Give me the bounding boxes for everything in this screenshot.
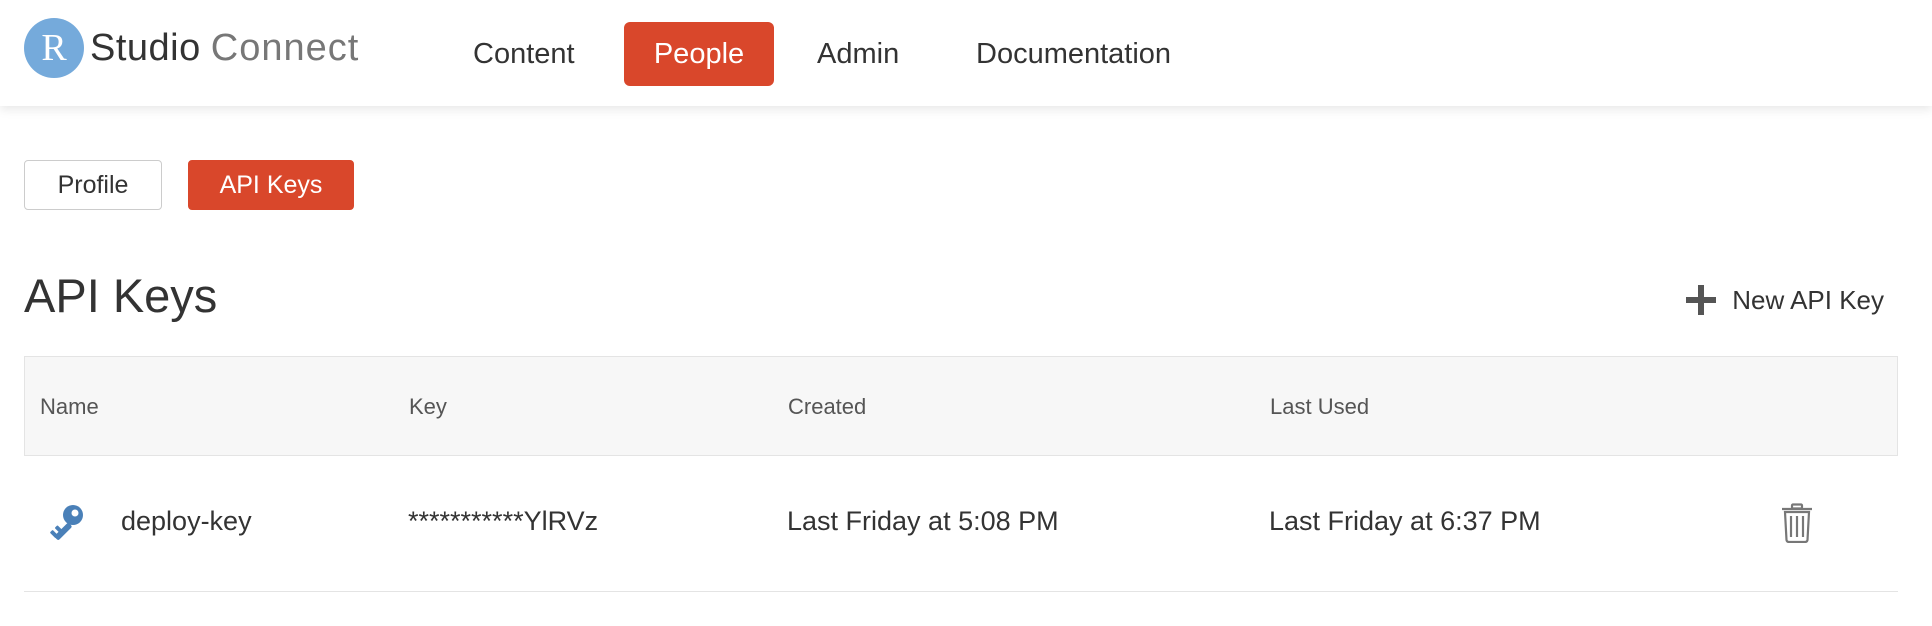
tab-api-keys[interactable]: API Keys [188,160,354,210]
nav-content[interactable]: Content [443,22,605,86]
key-last-used: Last Friday at 6:37 PM [1269,506,1541,536]
nav-documentation[interactable]: Documentation [946,22,1201,86]
column-header-created[interactable]: Created [788,357,866,457]
trash-icon[interactable] [1780,503,1814,543]
logo-text-studio: Studio [90,26,201,69]
key-created: Last Friday at 5:08 PM [787,506,1059,536]
table-header: Name Key Created Last Used [24,356,1898,456]
logo-text-connect: Connect [210,26,360,69]
r-logo-icon: R [24,18,84,78]
tab-profile[interactable]: Profile [24,160,162,210]
api-keys-table: Name Key Created Last Used deploy-key **… [24,356,1898,592]
plus-icon [1686,285,1717,315]
column-header-name[interactable]: Name [40,357,99,457]
table-row: deploy-key ***********YlRVz Last Friday … [24,456,1898,592]
rstudio-connect-logo[interactable]: R Studio Connect [24,18,359,78]
column-header-key[interactable]: Key [409,357,447,457]
top-navbar: R Studio Connect Content People Admin Do… [0,0,1932,106]
new-api-key-label: New API Key [1732,284,1884,315]
nav-people[interactable]: People [624,22,774,86]
nav-admin[interactable]: Admin [787,22,929,86]
key-icon [50,505,83,540]
key-value: ***********YlRVz [408,506,599,536]
new-api-key-button[interactable]: New API Key [1686,280,1884,320]
column-header-last-used[interactable]: Last Used [1270,357,1369,457]
page-title: API Keys [24,269,218,322]
key-name: deploy-key [121,506,252,536]
